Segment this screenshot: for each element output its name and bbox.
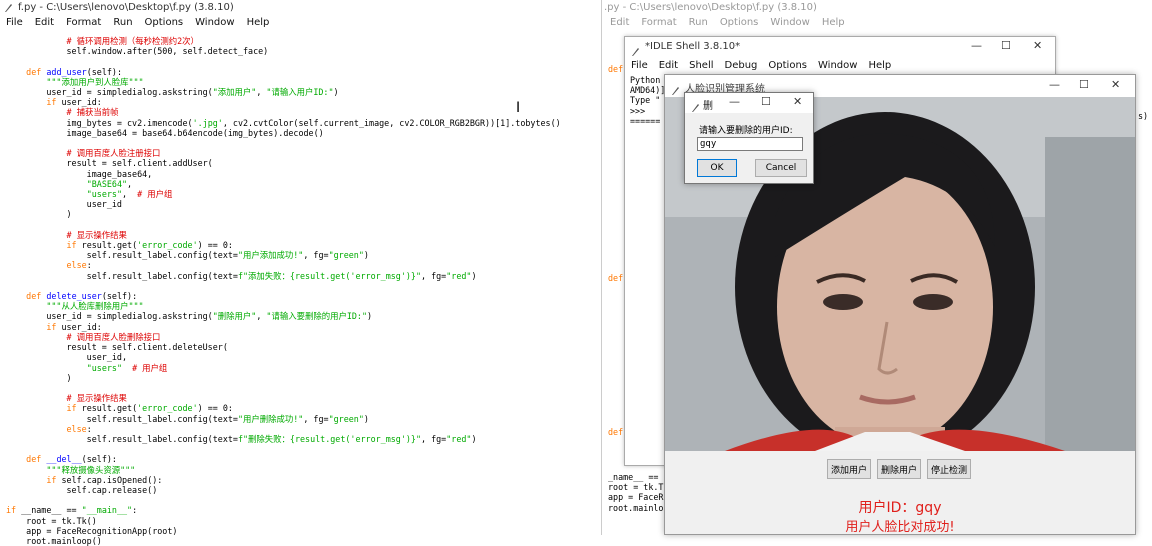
shell-title: *IDLE Shell 3.8.10* — [645, 41, 741, 52]
bg-menu-edit[interactable]: Edit — [610, 16, 629, 30]
shell-line: Type " — [630, 95, 661, 106]
editor-titlebar: f.py - C:\Users\lenovo\Desktop\f.py (3.8… — [0, 0, 601, 16]
dialog-titlebar: 删 — ☐ ✕ — [685, 93, 813, 113]
bg-menu-options[interactable]: Options — [720, 16, 759, 30]
dialog-prompt: 请输入要删除的用户ID: — [699, 126, 793, 136]
bg-code-bottom: _name__ == root = tk.T app = FaceR root.… — [608, 472, 663, 513]
editor-title: f.py - C:\Users\lenovo\Desktop\f.py (3.8… — [18, 2, 234, 13]
menu-file[interactable]: File — [6, 16, 23, 30]
shell-menu-shell[interactable]: Shell — [689, 59, 713, 73]
shell-line: ====== — [630, 115, 661, 126]
maximize-icon[interactable]: ☐ — [1079, 78, 1089, 91]
user-id-label: 用户ID：gqy — [858, 500, 942, 516]
bg-code-line: app = FaceR — [608, 492, 664, 503]
bg-menu-help[interactable]: Help — [822, 16, 845, 30]
bg-menu-run[interactable]: Run — [689, 16, 708, 30]
code-area[interactable]: # 循环调用检测（每秒检测约2次） self.window.after(500,… — [6, 36, 600, 546]
delete-user-button[interactable]: 删除用户 — [877, 459, 921, 479]
shell-titlebar: *IDLE Shell 3.8.10* — ☐ ✕ — [625, 37, 1055, 57]
editor-menubar: File Edit Format Run Options Window Help — [0, 16, 601, 30]
idle-feather-icon — [4, 3, 13, 13]
bg-menu-window[interactable]: Window — [770, 16, 809, 30]
shell-menu-help[interactable]: Help — [868, 59, 891, 73]
maximize-icon[interactable]: ☐ — [1001, 39, 1011, 52]
minimize-icon[interactable]: — — [729, 95, 740, 108]
shell-right-fragment: s) — [1138, 111, 1149, 121]
shell-menu-window[interactable]: Window — [818, 59, 857, 73]
shell-menubar: File Edit Shell Debug Options Window Hel… — [625, 59, 1055, 73]
editor-window: f.py - C:\Users\lenovo\Desktop\f.py (3.8… — [0, 0, 602, 546]
maximize-icon[interactable]: ☐ — [761, 95, 771, 108]
bg-code-def-3: def — [608, 427, 624, 437]
close-icon[interactable]: ✕ — [1033, 39, 1042, 52]
menu-options[interactable]: Options — [145, 16, 184, 30]
close-icon[interactable]: ✕ — [793, 95, 802, 108]
stop-detect-button[interactable]: 停止检测 — [927, 459, 971, 479]
menu-window[interactable]: Window — [195, 16, 234, 30]
bg-editor-titlebar: .py - C:\Users\lenovo\Desktop\f.py (3.8.… — [602, 0, 1152, 16]
shell-line: AMD64)] — [630, 85, 666, 96]
ok-button[interactable]: OK — [697, 159, 737, 177]
add-user-button[interactable]: 添加用户 — [827, 459, 871, 479]
menu-format[interactable]: Format — [66, 16, 101, 30]
shell-menu-debug[interactable]: Debug — [725, 59, 758, 73]
shell-menu-edit[interactable]: Edit — [659, 59, 678, 73]
bg-editor-title: .py - C:\Users\lenovo\Desktop\f.py (3.8.… — [604, 2, 817, 13]
text-cursor-icon: Ⅰ — [516, 100, 521, 116]
shell-line: Python — [630, 75, 661, 85]
delete-dialog: 删 — ☐ ✕ 请输入要删除的用户ID: gqy OK Cancel — [684, 92, 814, 184]
bg-code-line: root.mainlo — [608, 502, 664, 513]
bg-code-def-1: def — [608, 64, 624, 74]
bg-code-line: root = tk.T — [608, 482, 664, 493]
shell-menu-file[interactable]: File — [631, 59, 648, 73]
shell-output[interactable]: Python AMD64)] Type " >>> ====== — [630, 75, 665, 126]
menu-edit[interactable]: Edit — [35, 16, 54, 30]
bg-code-line: _name__ == — [608, 472, 659, 482]
result-label: 用户人脸比对成功! — [845, 520, 955, 535]
cancel-button[interactable]: Cancel — [755, 159, 807, 177]
bg-editor-menubar: Edit Format Run Options Window Help — [602, 16, 1152, 30]
dialog-title: 删 — [703, 101, 713, 112]
user-id-input[interactable]: gqy — [697, 137, 803, 151]
bg-code-def-2: def — [608, 273, 624, 283]
menu-help[interactable]: Help — [247, 16, 270, 30]
shell-line: >>> — [630, 105, 646, 116]
minimize-icon[interactable]: — — [971, 39, 982, 52]
shell-menu-options[interactable]: Options — [768, 59, 807, 73]
menu-run[interactable]: Run — [113, 16, 132, 30]
idle-feather-icon — [691, 98, 700, 117]
close-icon[interactable]: ✕ — [1111, 78, 1120, 91]
bg-menu-format[interactable]: Format — [641, 16, 676, 30]
minimize-icon[interactable]: — — [1049, 78, 1060, 91]
